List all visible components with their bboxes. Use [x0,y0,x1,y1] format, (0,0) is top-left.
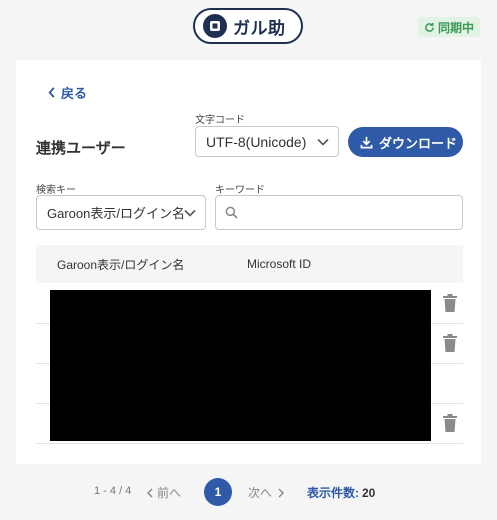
logo-text: ガル助 [233,18,286,38]
sync-icon [425,22,434,32]
chevron-down-icon [184,209,196,217]
back-link[interactable]: 戻る [48,83,87,102]
trash-icon[interactable] [443,294,457,312]
keyword-input[interactable] [246,196,456,229]
per-page-value: 20 [362,486,376,500]
page-title: 連携ユーザー [36,140,126,157]
keyword-field[interactable] [215,195,463,230]
next-page-label: 次へ [248,486,273,500]
back-link-label: 戻る [61,86,88,101]
download-button[interactable]: ダウンロード [348,127,463,157]
table-header: Garoon表示/ログイン名 Microsoft ID [36,245,463,283]
search-key-select[interactable]: Garoon表示/ログイン名 [36,195,206,230]
encoding-selected-value: UTF-8(Unicode) [206,133,307,150]
search-icon [225,206,238,219]
logo-mark-icon [203,14,227,38]
search-key-selected-value: Garoon表示/ログイン名 [47,206,185,221]
search-key-label: 検索キー [36,185,76,196]
per-page-label: 表示件数: [307,486,359,500]
encoding-select[interactable]: UTF-8(Unicode) [195,126,339,157]
sync-status-badge: 同期中 [418,17,480,37]
main-card: 戻る 連携ユーザー 文字コード UTF-8(Unicode) ダウンロード 検索… [16,60,481,464]
top-bar: ガル助 同期中 [0,0,497,52]
per-page-selector[interactable]: 表示件数: 20 [307,484,375,501]
encoding-label: 文字コード [195,115,245,126]
pagination: 1 - 4 / 4 前へ 1 次へ 表示件数: 20 [0,476,497,508]
column-header-garoon-login: Garoon表示/ログイン名 [57,257,185,272]
keyword-label: キーワード [215,185,265,196]
page-number-current[interactable]: 1 [204,478,232,506]
download-button-label: ダウンロード [379,135,458,151]
sync-status-text: 同期中 [438,20,475,35]
column-header-microsoft-id: Microsoft ID [247,257,312,271]
trash-icon[interactable] [443,334,457,352]
prev-page-label: 前へ [157,486,182,500]
next-page-button[interactable]: 次へ [248,484,285,501]
trash-icon[interactable] [443,414,457,432]
chevron-left-icon [147,487,153,498]
chevron-left-icon [48,87,55,98]
download-icon [360,136,373,148]
chevron-right-icon [278,487,285,498]
chevron-down-icon [317,138,329,146]
redacted-region [50,290,431,441]
app-logo[interactable]: ガル助 [193,8,303,44]
pagination-range: 1 - 4 / 4 [94,485,132,497]
prev-page-button[interactable]: 前へ [147,484,181,501]
